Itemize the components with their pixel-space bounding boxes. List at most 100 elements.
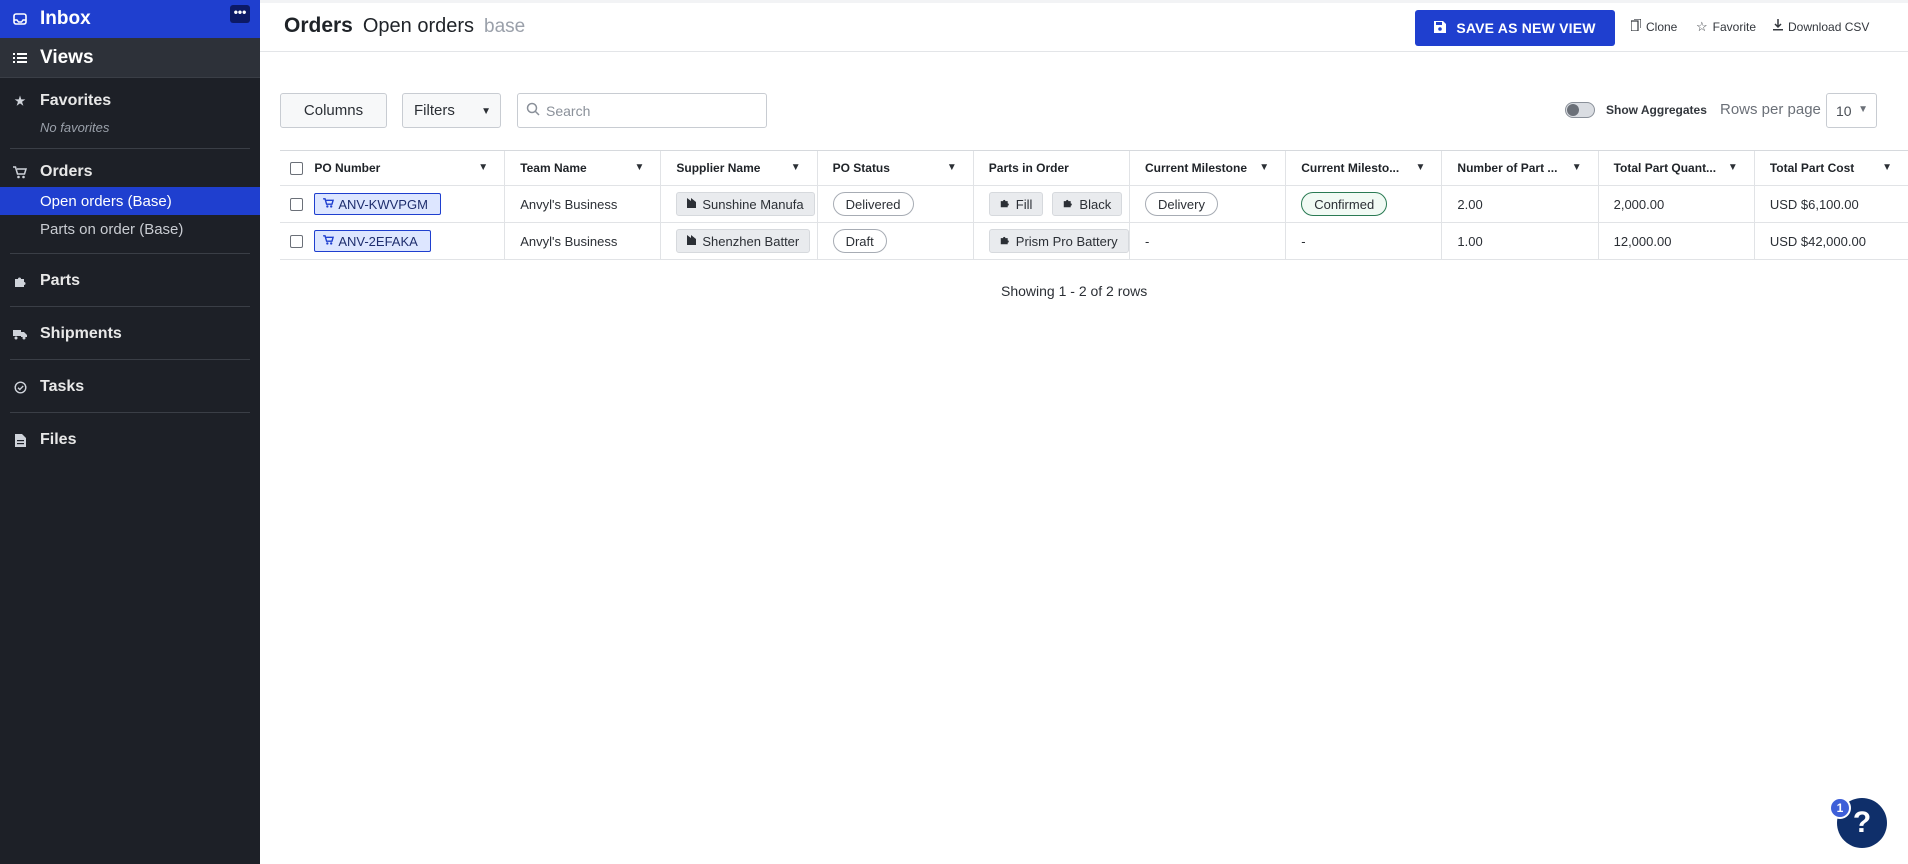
sidebar-item-label: Open orders (Base) bbox=[40, 192, 172, 210]
sort-caret-icon[interactable]: ▼ bbox=[947, 162, 957, 173]
column-header-po-status[interactable]: PO Status ▼ bbox=[818, 151, 974, 185]
po-number-cell: ANV-2EFAKA bbox=[314, 223, 506, 259]
parts-in-order-cell: Fill Black bbox=[974, 186, 1130, 222]
total-part-cost-cell: USD $6,100.00 bbox=[1769, 196, 1859, 212]
sidebar-section-orders[interactable]: Orders bbox=[0, 157, 260, 187]
table-row[interactable]: ANV-KWVPGM Anvyl's Business Sunshine Man… bbox=[280, 186, 1908, 223]
sidebar-divider bbox=[10, 148, 250, 149]
sidebar-section-parts[interactable]: Parts bbox=[0, 266, 260, 296]
sidebar-section-favorites[interactable]: ★ Favorites bbox=[0, 86, 260, 116]
caret-down-icon: ▼ bbox=[1858, 104, 1868, 115]
download-csv-button[interactable]: Download CSV bbox=[1773, 19, 1869, 34]
po-status-cell: Draft bbox=[818, 223, 974, 259]
sidebar-section-tasks[interactable]: Tasks bbox=[0, 372, 260, 402]
po-number-link[interactable]: ANV-2EFAKA bbox=[314, 230, 431, 252]
puzzle-icon bbox=[13, 274, 27, 288]
puzzle-icon bbox=[1000, 198, 1010, 211]
columns-button[interactable]: Columns bbox=[280, 93, 387, 128]
show-aggregates-toggle[interactable] bbox=[1565, 102, 1595, 118]
po-status-cell: Delivered bbox=[818, 186, 974, 222]
parts-in-order-cell: Prism Pro Battery bbox=[974, 223, 1130, 259]
save-icon bbox=[1434, 20, 1447, 36]
sort-caret-icon[interactable]: ▼ bbox=[1728, 162, 1738, 173]
select-all-checkbox[interactable] bbox=[290, 161, 303, 175]
sort-caret-icon[interactable]: ▼ bbox=[1259, 162, 1269, 173]
list-icon bbox=[13, 51, 27, 65]
sidebar: Inbox Views ★ Favorites No favorites Ord… bbox=[0, 0, 260, 864]
favorites-empty-text: No favorites bbox=[40, 119, 110, 135]
po-number-link[interactable]: ANV-KWVPGM bbox=[314, 193, 441, 215]
page-header: Orders Open orders base SAVE AS NEW VIEW… bbox=[260, 0, 1908, 52]
column-header-number-of-parts[interactable]: Number of Part ... ▼ bbox=[1442, 151, 1599, 185]
row-checkbox[interactable] bbox=[290, 197, 303, 211]
breadcrumb: Orders Open orders base bbox=[284, 14, 525, 38]
search-input[interactable]: Search bbox=[517, 93, 767, 128]
sidebar-divider bbox=[10, 412, 250, 413]
supplier-chip[interactable]: Shenzhen Batter bbox=[676, 229, 811, 253]
orders-table: PO Number ▼ Team Name ▼ Supplier Name ▼ PO … bbox=[280, 150, 1908, 260]
sort-caret-icon[interactable]: ▼ bbox=[1572, 162, 1582, 173]
supplier-chip[interactable]: Sunshine Manufa bbox=[676, 192, 815, 216]
total-part-cost-cell: USD $42,000.00 bbox=[1769, 233, 1866, 249]
search-icon bbox=[526, 102, 540, 119]
sort-caret-icon[interactable]: ▼ bbox=[1882, 162, 1892, 173]
sidebar-item-views[interactable]: Views bbox=[0, 38, 260, 78]
save-as-new-view-button[interactable]: SAVE AS NEW VIEW bbox=[1415, 10, 1615, 46]
sort-caret-icon[interactable]: ▼ bbox=[1416, 162, 1426, 173]
sort-caret-icon[interactable]: ▼ bbox=[634, 162, 644, 173]
part-name-text: Prism Pro Battery bbox=[1015, 233, 1118, 249]
sidebar-section-label: Orders bbox=[40, 163, 93, 180]
sidebar-item-parts-on-order[interactable]: Parts on order (Base) bbox=[0, 215, 260, 243]
inbox-icon bbox=[13, 12, 27, 26]
sidebar-section-label: Files bbox=[40, 431, 77, 448]
column-header-parts-in-order[interactable]: Parts in Order bbox=[974, 151, 1130, 185]
row-checkbox[interactable] bbox=[290, 234, 303, 248]
supplier-name-text: Sunshine Manufa bbox=[702, 196, 804, 212]
current-milestone-cell: Delivery bbox=[1130, 186, 1287, 222]
column-header-current-milestone[interactable]: Current Milestone ▼ bbox=[1130, 151, 1287, 185]
cart-icon bbox=[323, 234, 335, 248]
sidebar-item-inbox[interactable]: Inbox bbox=[0, 0, 260, 38]
toggle-knob bbox=[1567, 104, 1579, 116]
rows-per-page-select[interactable]: 10 ▼ bbox=[1826, 93, 1877, 128]
column-header-po-number[interactable]: PO Number ▼ bbox=[314, 151, 506, 185]
total-part-quantity-cell: 12,000.00 bbox=[1599, 223, 1755, 259]
part-chip[interactable]: Prism Pro Battery bbox=[988, 229, 1129, 253]
po-number-text: ANV-2EFAKA bbox=[338, 233, 418, 249]
more-options-button[interactable]: ••• bbox=[230, 5, 250, 23]
status-badge: Delivered bbox=[832, 192, 914, 216]
save-button-label: SAVE AS NEW VIEW bbox=[1456, 20, 1596, 36]
rows-per-page-label: Rows per page bbox=[1720, 101, 1821, 118]
sidebar-item-label: Inbox bbox=[40, 8, 91, 29]
part-chip[interactable]: Black bbox=[1052, 192, 1123, 216]
clone-button[interactable]: Clone bbox=[1630, 18, 1678, 34]
download-label: Download CSV bbox=[1788, 19, 1870, 34]
column-header-current-milestone-status[interactable]: Current Milesto... ▼ bbox=[1286, 151, 1443, 185]
favorite-button[interactable]: ☆ Favorite bbox=[1696, 19, 1756, 35]
row-select-cell bbox=[280, 186, 314, 222]
sort-caret-icon[interactable]: ▼ bbox=[791, 162, 801, 173]
column-header-label: Current Milesto... bbox=[1301, 161, 1400, 175]
part-chip[interactable]: Fill bbox=[988, 192, 1044, 216]
select-all-cell bbox=[280, 151, 314, 185]
filters-dropdown[interactable]: Filters ▼ bbox=[402, 93, 501, 128]
column-header-label: Parts in Order bbox=[988, 161, 1069, 175]
file-icon bbox=[13, 433, 27, 447]
clone-label: Clone bbox=[1646, 19, 1678, 34]
column-header-team-name[interactable]: Team Name ▼ bbox=[505, 151, 662, 185]
sort-caret-icon[interactable]: ▼ bbox=[478, 162, 488, 173]
puzzle-icon bbox=[1063, 198, 1073, 211]
sidebar-item-label: Views bbox=[40, 46, 94, 68]
supplier-name-cell: Sunshine Manufa bbox=[661, 186, 818, 222]
column-header-supplier-name[interactable]: Supplier Name ▼ bbox=[661, 151, 818, 185]
column-header-total-part-quantity[interactable]: Total Part Quant... ▼ bbox=[1599, 151, 1755, 185]
sidebar-item-open-orders[interactable]: Open orders (Base) ••• bbox=[0, 5, 260, 215]
column-header-label: Number of Part ... bbox=[1457, 161, 1558, 175]
sidebar-section-files[interactable]: Files bbox=[0, 425, 260, 455]
sidebar-divider bbox=[10, 359, 250, 360]
check-circle-icon bbox=[13, 380, 27, 394]
sidebar-section-shipments[interactable]: Shipments bbox=[0, 319, 260, 349]
table-row[interactable]: ANV-2EFAKA Anvyl's Business Shenzhen Bat… bbox=[280, 223, 1908, 260]
breadcrumb-section[interactable]: Orders bbox=[284, 14, 353, 38]
column-header-total-part-cost[interactable]: Total Part Cost ▼ bbox=[1755, 151, 1908, 185]
